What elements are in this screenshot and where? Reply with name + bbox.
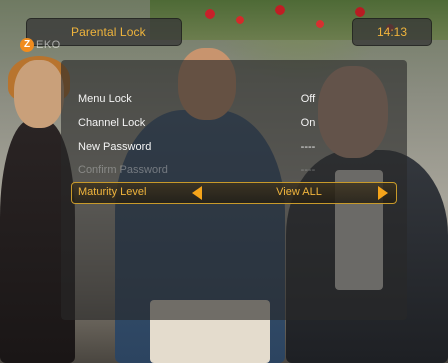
menu-item-value: View ALL	[276, 186, 322, 198]
menu-item-channel-lock[interactable]: Channel Lock On	[76, 114, 396, 134]
menu-item-label: Channel Lock	[78, 117, 146, 129]
left-triangle-icon[interactable]	[192, 186, 202, 200]
parental-lock-menu: Menu Lock Off Channel Lock On New Passwo…	[61, 60, 407, 320]
menu-item-new-password[interactable]: New Password ----	[76, 138, 396, 158]
channel-logo: Z EKO	[20, 38, 62, 52]
menu-item-label: New Password	[78, 141, 152, 153]
menu-item-label: Confirm Password	[78, 164, 168, 176]
menu-item-menu-lock[interactable]: Menu Lock Off	[76, 90, 396, 110]
clock: 14:13	[376, 25, 408, 39]
clock-box: 14:13	[352, 18, 432, 46]
menu-item-maturity-level[interactable]: Maturity Level View ALL	[71, 182, 397, 204]
menu-item-confirm-password: Confirm Password ----	[76, 161, 396, 181]
menu-item-value: On	[300, 117, 316, 129]
right-triangle-icon[interactable]	[378, 186, 388, 200]
menu-item-value: Off	[300, 93, 316, 105]
person-left-head	[14, 60, 64, 128]
logo-disc-icon: Z	[20, 38, 34, 52]
menu-item-value: ----	[300, 141, 316, 153]
menu-item-value: ----	[300, 164, 316, 176]
logo-text: EKO	[36, 39, 61, 51]
menu-item-label: Maturity Level	[78, 186, 147, 198]
menu-item-label: Menu Lock	[78, 93, 132, 105]
page-title: Parental Lock	[71, 25, 146, 39]
